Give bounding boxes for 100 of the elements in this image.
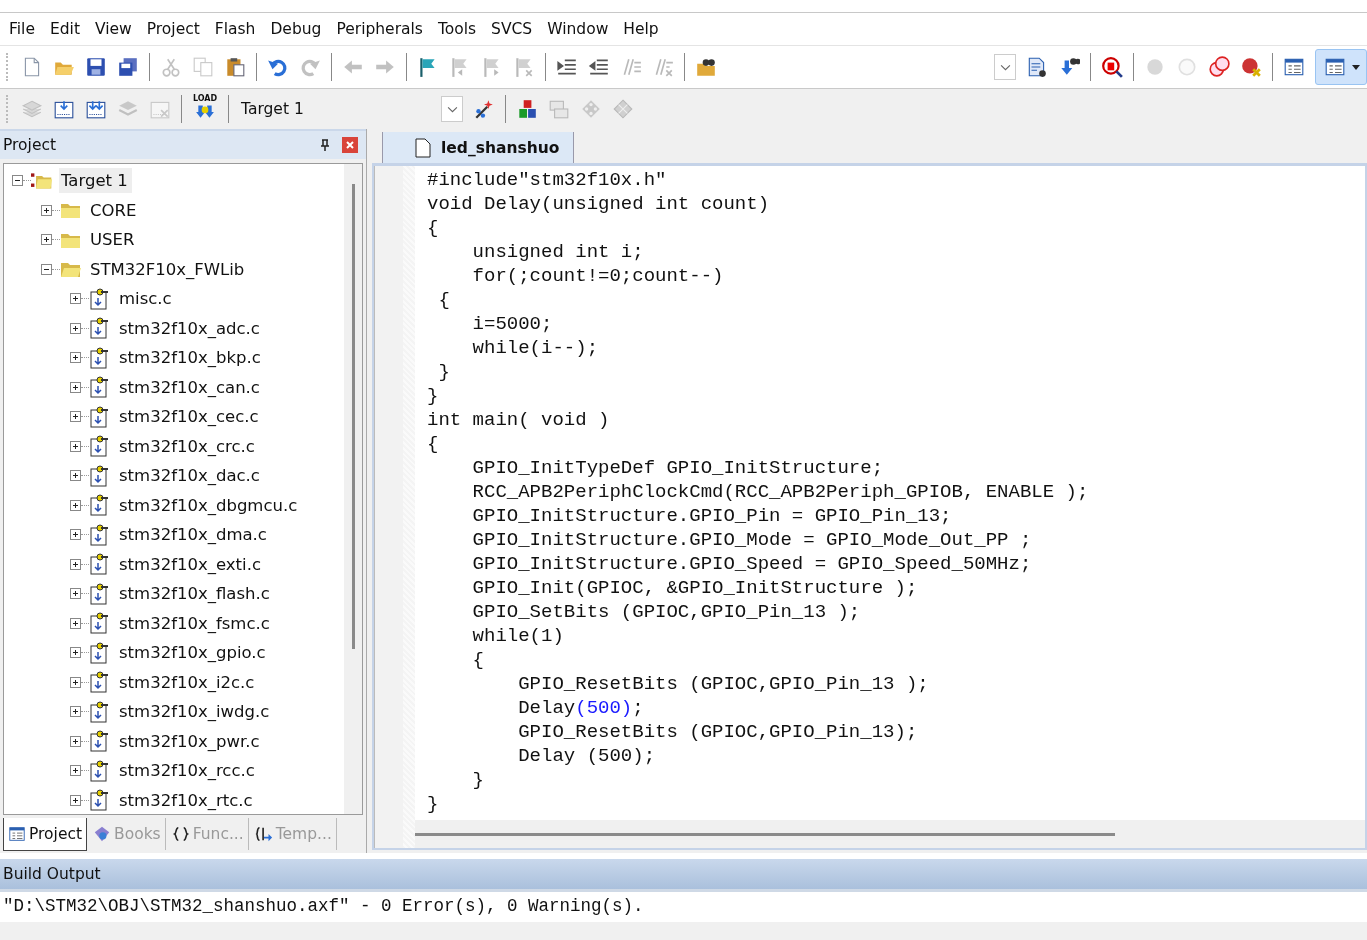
tree-item[interactable]: stm32f10x_dbgmcu.c [117,492,302,518]
tree-item[interactable]: stm32f10x_bkp.c [117,345,265,371]
braces-icon [171,825,190,843]
output-line: "D:\STM32\OBJ\STM32_shanshuo.axf" - 0 Error(s), 0 Warning(s). [3,895,645,918]
code-line: GPIO_Init(GPIOC, &GPIO_InitStructure ); [471,576,919,600]
expand-icon[interactable] [70,794,81,806]
tree-item[interactable]: stm32f10x_dac.c [117,463,264,489]
circle-x-icon[interactable] [1240,56,1262,78]
code-line: #include"stm32f10x.h" [427,168,668,192]
build-icon[interactable] [53,98,75,120]
source-file-icon [89,759,111,782]
expand-icon[interactable] [70,735,81,747]
menu-item[interactable]: Flash [207,20,264,38]
tree-item[interactable]: stm32f10x_can.c [117,374,264,400]
tree-item[interactable]: USER [88,227,139,253]
expand-icon[interactable] [70,588,81,600]
window-layout-button[interactable] [1315,49,1367,85]
tree-item[interactable]: stm32f10x_cec.c [117,404,263,430]
expand-icon[interactable] [70,647,81,659]
expand-icon[interactable] [70,411,81,423]
code-line: } [427,792,440,816]
expand-icon[interactable] [70,470,81,482]
tree-item[interactable]: stm32f10x_dma.c [117,522,271,548]
expand-icon[interactable] [70,322,81,334]
code-line: { [471,648,485,672]
menu-item[interactable]: Window [540,20,617,38]
menu-item[interactable]: View [87,20,140,38]
expand-icon[interactable] [41,234,52,246]
close-icon[interactable] [342,137,358,153]
expand-icon[interactable] [41,204,52,216]
debug-icon[interactable] [1101,56,1123,78]
expand-icon[interactable] [70,529,81,541]
tree-item[interactable]: stm32f10x_adc.c [117,315,264,341]
code-line: GPIO_InitStructure.GPIO_Mode = GPIO_Mode_Out_PP ; [471,528,1033,552]
tree-item[interactable]: stm32f10x_crc.c [117,433,259,459]
code-line: } [437,360,451,384]
code-line: Delay(500); [517,696,645,720]
menu-item[interactable]: Help [616,20,667,38]
code-line: while(1) [471,624,565,648]
arrows-icon [195,103,215,119]
list-window-icon [8,824,26,843]
tree-item[interactable]: CORE [88,197,141,223]
blocks-icon[interactable] [516,98,538,120]
tree-item[interactable]: STM32F10x_FWLib [88,256,249,282]
menu-item[interactable]: Project [139,20,208,38]
tree-item[interactable]: stm32f10x_gpio.c [117,640,270,666]
code-line: } [471,768,485,792]
collapse-icon[interactable] [12,175,23,187]
save-icon[interactable] [85,56,107,78]
expand-icon[interactable] [70,765,81,777]
save-all-icon[interactable] [117,56,139,78]
expand-icon[interactable] [70,706,81,718]
source-file-icon [89,346,111,369]
panel-tab[interactable]: Project [3,817,88,851]
tree-item[interactable]: stm32f10x_i2c.c [117,669,259,695]
expand-icon[interactable] [70,499,81,511]
tree-item[interactable]: stm32f10x_iwdg.c [117,699,274,725]
find-folder-icon[interactable] [695,56,717,78]
template-icon [254,825,273,843]
expand-icon[interactable] [70,440,81,452]
code-line: GPIO_ResetBits (GPIOC,GPIO_Pin_13); [517,720,919,744]
expand-icon[interactable] [70,558,81,570]
source-file-icon [89,376,111,399]
menu-item[interactable]: Edit [42,20,88,38]
collapse-icon[interactable] [41,263,52,275]
expand-icon[interactable] [70,381,81,393]
expand-icon[interactable] [70,676,81,688]
document-search-icon[interactable] [1026,56,1048,78]
menu-item[interactable]: SVCS [484,20,541,38]
tree-item[interactable]: stm32f10x_rcc.c [117,758,259,784]
target-select[interactable]: Target 1 [239,100,431,118]
tree-item[interactable]: stm32f10x_fsmc.c [117,610,274,636]
tree-item[interactable]: misc.c [117,286,176,312]
pin-icon[interactable] [320,139,330,151]
rebuild-icon[interactable] [85,98,107,120]
expand-icon[interactable] [70,617,81,629]
code-line: GPIO_ResetBits (GPIOC,GPIO_Pin_13 ); [517,672,930,696]
tree-item[interactable]: stm32f10x_pwr.c [117,728,264,754]
code-line: int main( void ) [427,408,611,432]
menu-item[interactable]: Peripherals [329,20,431,38]
layout-icon[interactable] [1283,56,1305,78]
load-button[interactable]: LOAD [192,94,218,124]
circles-icon[interactable] [1208,56,1230,78]
file-tab[interactable]: led_shanshuo [382,132,575,163]
expand-icon[interactable] [70,352,81,364]
expand-icon[interactable] [70,293,81,305]
layout-icon [1324,56,1346,78]
menu-item[interactable]: File [2,20,43,38]
clipboard-icon[interactable] [224,56,246,78]
tree-item[interactable]: stm32f10x_flash.c [117,581,274,607]
menu-item[interactable]: Tools [430,20,485,38]
tree-item[interactable]: stm32f10x_exti.c [117,551,265,577]
magic-wand-icon[interactable] [473,98,495,120]
code-line: for(;count!=0;count--) [471,264,725,288]
source-file-icon [89,612,111,635]
source-file-icon [89,523,111,546]
tree-item[interactable]: Target 1 [59,168,132,194]
code-line: while(i--); [471,336,600,360]
menu-item[interactable]: Debug [263,20,330,38]
tree-item[interactable]: stm32f10x_rtc.c [117,787,257,813]
